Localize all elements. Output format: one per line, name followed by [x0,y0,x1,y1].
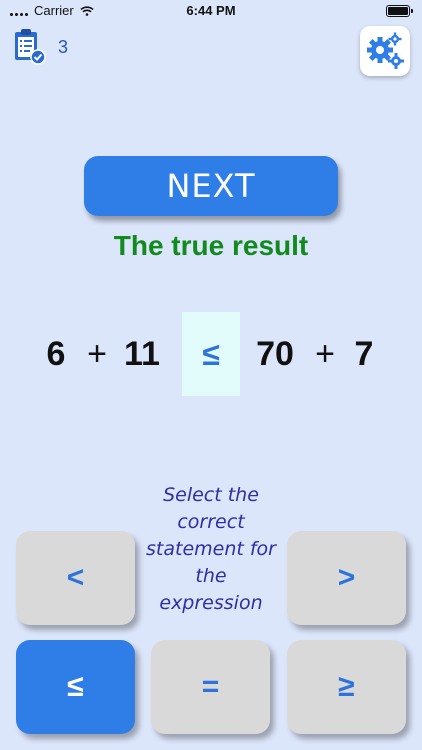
clipboard-check-icon [15,29,46,65]
right-operator: + [315,335,335,373]
battery-icon [386,5,413,17]
status-bar: Carrier 6:44 PM [0,0,422,22]
expression: 6 + 11 ≤ 70 + 7 [0,312,422,396]
next-button[interactable]: NEXT [84,156,338,216]
instruction-text: Select the correct statement for the exp… [146,484,276,614]
settings-button[interactable] [360,26,410,76]
right-operand-b: 7 [354,335,374,373]
gears-icon [367,32,404,69]
result-text: The true result [113,230,309,261]
left-operand-a: 6 [46,335,66,373]
less-than-button[interactable]: < [16,531,135,625]
less-equal-button[interactable]: ≤ [16,640,135,734]
greater-equal-button[interactable]: ≥ [287,640,406,734]
equal-button[interactable]: = [151,640,270,734]
score-counter[interactable]: 3 [12,28,68,66]
greater-than-button[interactable]: > [287,531,406,625]
comparator-box: ≤ [182,312,240,396]
right-operand-a: 70 [256,335,294,373]
score-value: 3 [58,36,69,57]
status-time: 6:44 PM [186,3,236,18]
left-operator: + [87,335,107,373]
left-operand-b: 11 [124,335,160,373]
